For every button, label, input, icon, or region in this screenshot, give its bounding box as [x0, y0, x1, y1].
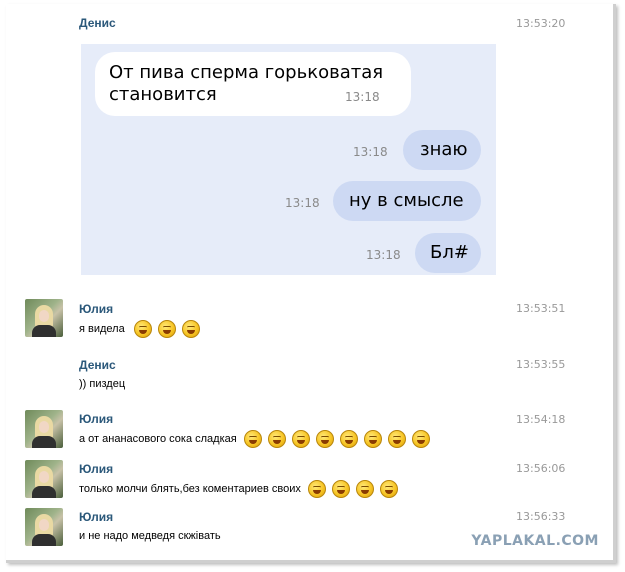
sender-name[interactable]: Юлия — [79, 462, 113, 476]
incoming-bubble: От пива сперма горьковатая становится 13… — [95, 52, 411, 116]
laughing-face-icon — [363, 430, 382, 448]
chat-window: Денис 13:53:20 От пива сперма горьковата… — [6, 4, 616, 563]
laughing-face-icon — [181, 320, 200, 338]
message-time: 13:53:20 — [516, 17, 566, 30]
sender-name[interactable]: Денис — [79, 358, 116, 372]
sender-name[interactable]: Юлия — [79, 510, 113, 524]
bubble-time: 13:18 — [285, 196, 320, 210]
message-text-content: только молчи блять,без коментариев своих — [79, 482, 301, 495]
message-text-content: я видела — [79, 322, 125, 335]
sender-name[interactable]: Юлия — [79, 302, 113, 316]
message-text: )) пиздец — [79, 378, 126, 390]
laughing-face-icon — [387, 430, 406, 448]
laughing-face-icon — [157, 320, 176, 338]
laughing-face-icon — [379, 480, 398, 498]
outgoing-bubble: ну в смысле — [333, 181, 481, 221]
outgoing-bubble: Бл# — [415, 233, 481, 273]
laughing-face-icon — [339, 430, 358, 448]
avatar[interactable] — [25, 508, 63, 546]
bubble-time: 13:18 — [345, 90, 380, 104]
outgoing-text: ну в смысле — [349, 190, 464, 211]
laughing-face-icon — [243, 430, 262, 448]
laughing-face-icon — [267, 430, 286, 448]
message-text: а от ананасового сока сладкая — [79, 430, 436, 448]
laughing-face-icon — [411, 430, 430, 448]
message-text: только молчи блять,без коментариев своих — [79, 480, 404, 498]
site-watermark: YAPLAKAL.COM — [471, 533, 599, 549]
message-time: 13:56:33 — [516, 510, 566, 523]
avatar[interactable] — [25, 299, 63, 337]
avatar[interactable] — [25, 410, 63, 448]
laughing-face-icon — [291, 430, 310, 448]
laughing-face-icon — [133, 320, 152, 338]
message-text-content: а от ананасового сока сладкая — [79, 432, 237, 445]
embedded-chat-screenshot[interactable]: От пива сперма горьковатая становится 13… — [81, 44, 496, 275]
outgoing-text: знаю — [420, 139, 468, 160]
bubble-time: 13:18 — [353, 145, 388, 159]
outgoing-text: Бл# — [430, 242, 469, 263]
bubble-time: 13:18 — [366, 248, 401, 262]
laughing-face-icon — [355, 480, 374, 498]
laughing-face-icon — [307, 480, 326, 498]
message-time: 13:56:06 — [516, 462, 566, 475]
message-time: 13:53:55 — [516, 358, 566, 371]
sender-name[interactable]: Юлия — [79, 412, 113, 426]
outgoing-bubble: знаю — [403, 130, 481, 170]
laughing-face-icon — [315, 430, 334, 448]
message-text: и не надо медведя скжівать — [79, 530, 221, 542]
message-time: 13:53:51 — [516, 302, 566, 315]
avatar[interactable] — [25, 460, 63, 498]
message-text: я видела — [79, 320, 206, 338]
sender-name[interactable]: Денис — [79, 16, 116, 30]
message-time: 13:54:18 — [516, 413, 566, 426]
laughing-face-icon — [331, 480, 350, 498]
